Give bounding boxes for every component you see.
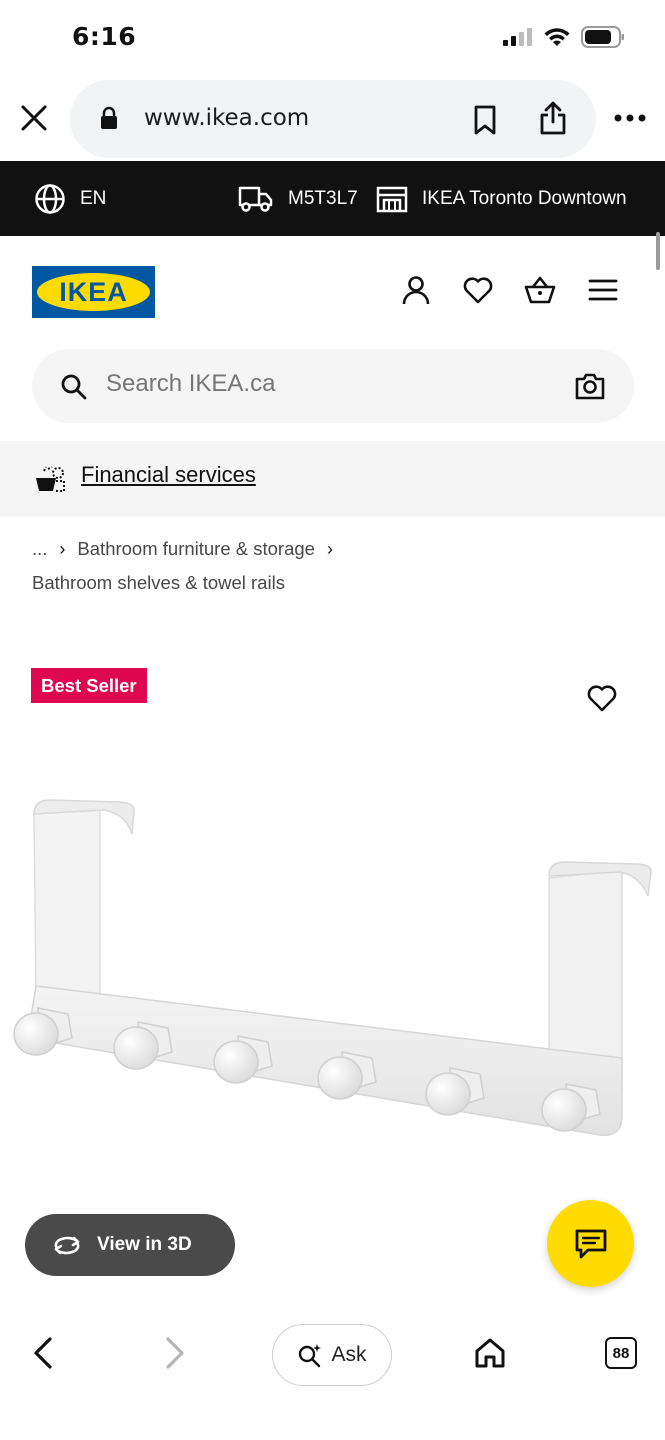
status-bar: 6:16 [0, 0, 665, 78]
forward-icon[interactable] [162, 1336, 188, 1370]
signal-icon [503, 28, 532, 46]
search-icon [61, 374, 87, 400]
battery-icon [581, 26, 624, 48]
language-label: EN [80, 187, 107, 209]
chevron-right-icon: › [59, 538, 66, 559]
ikea-logo[interactable]: IKEA [32, 266, 155, 318]
heart-icon[interactable] [587, 684, 617, 712]
share-icon[interactable] [538, 100, 568, 136]
logo-oval: IKEA [37, 273, 150, 311]
more-icon[interactable] [612, 112, 648, 124]
tabs-button[interactable]: 88 [605, 1337, 637, 1369]
chat-button[interactable] [547, 1200, 634, 1287]
cart-icon[interactable] [524, 274, 556, 306]
url-text[interactable]: www.ikea.com [144, 105, 309, 131]
search-input[interactable] [106, 370, 526, 398]
postal-code-label: M5T3L7 [288, 187, 358, 209]
postal-code-selector[interactable]: M5T3L7 [238, 161, 358, 236]
breadcrumb-ellipsis[interactable]: ... [32, 538, 47, 560]
status-time: 6:16 [72, 22, 137, 51]
wifi-icon [544, 28, 570, 46]
top-info-bar: EN M5T3L7 IKEA Toronto Downtown [0, 161, 665, 236]
bookmark-icon[interactable] [470, 104, 500, 136]
chat-icon [575, 1229, 606, 1258]
store-selector[interactable]: IKEA Toronto Downtown [376, 161, 627, 236]
back-icon[interactable] [30, 1336, 56, 1370]
search-bar[interactable] [32, 349, 634, 423]
financial-services-icon [36, 466, 65, 492]
browser-bottom-bar: Ask 88 [0, 1300, 665, 1440]
menu-icon[interactable] [587, 274, 619, 306]
ask-button[interactable]: Ask [272, 1324, 392, 1386]
view-in-3d-label: View in 3D [97, 1234, 192, 1255]
product-image[interactable] [0, 770, 665, 1210]
ai-search-icon [299, 1344, 322, 1368]
best-seller-badge: Best Seller [31, 668, 147, 703]
store-icon [376, 186, 408, 212]
camera-icon[interactable] [574, 371, 606, 401]
tab-count: 88 [612, 1344, 630, 1362]
url-bar[interactable]: www.ikea.com [70, 80, 596, 158]
site-header: IKEA [0, 236, 665, 348]
home-icon[interactable] [473, 1336, 507, 1370]
delivery-truck-icon [238, 186, 273, 212]
rotate-3d-icon [54, 1236, 80, 1255]
language-selector[interactable]: EN [34, 161, 106, 236]
financial-services-link[interactable]: Financial services [81, 462, 256, 488]
lock-icon [101, 106, 117, 129]
chevron-right-icon: › [326, 538, 333, 559]
breadcrumb: ... › Bathroom furniture & storage › Bat… [32, 536, 632, 598]
store-label: IKEA Toronto Downtown [422, 187, 627, 209]
breadcrumb-item[interactable]: Bathroom furniture & storage [77, 538, 315, 560]
view-in-3d-button[interactable]: View in 3D [25, 1214, 235, 1276]
globe-icon [35, 183, 65, 214]
close-icon[interactable] [18, 102, 50, 134]
logo-text: IKEA [59, 276, 128, 307]
breadcrumb-item[interactable]: Bathroom shelves & towel rails [32, 572, 285, 593]
status-icons [503, 26, 625, 48]
browser-toolbar: www.ikea.com [0, 78, 665, 160]
profile-icon[interactable] [400, 274, 432, 306]
financial-services-banner: Financial services [0, 441, 665, 517]
heart-icon[interactable] [462, 274, 494, 306]
ask-label: Ask [331, 1343, 367, 1366]
